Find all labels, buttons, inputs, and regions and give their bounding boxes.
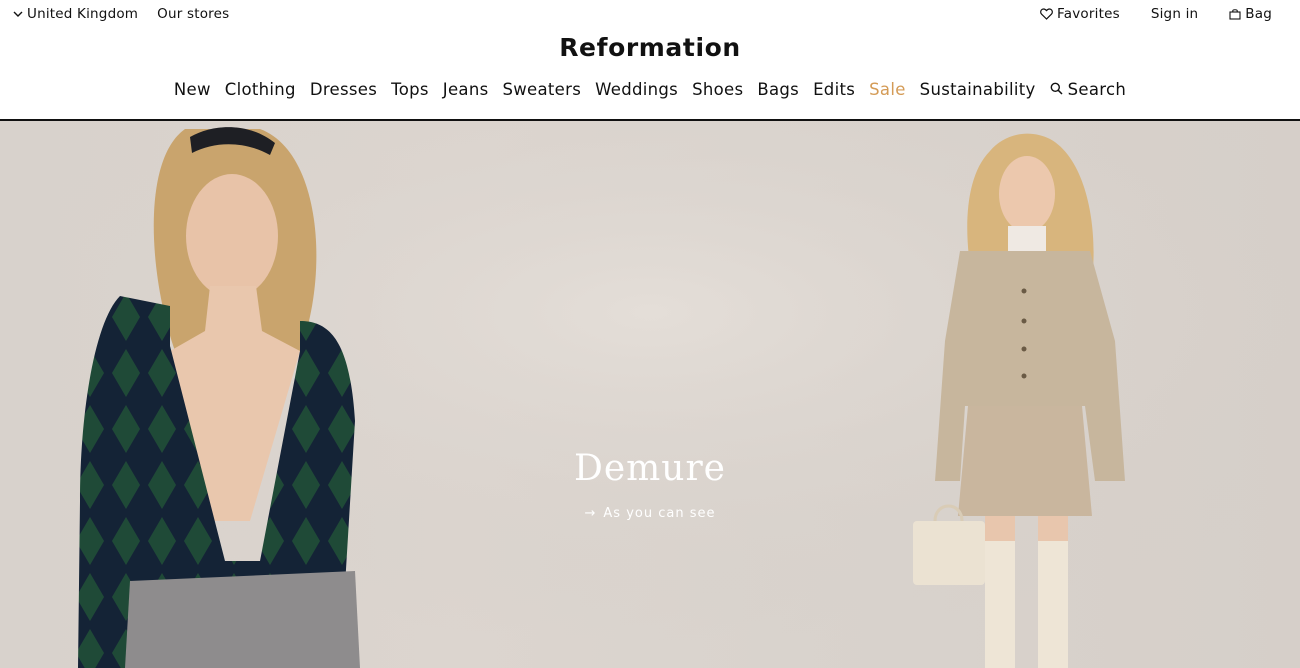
sign-in-label: Sign in (1150, 6, 1199, 22)
hero-headline: Demure (573, 448, 726, 489)
arrow-right-icon: → (584, 506, 597, 521)
country-selector[interactable]: United Kingdom (13, 6, 138, 22)
nav-item-jeans[interactable]: Jeans (443, 80, 489, 99)
favorites-link[interactable]: Favorites (1040, 6, 1120, 22)
hero-cta-link[interactable]: → As you can see (0, 506, 1300, 521)
our-stores-link[interactable]: Our stores (157, 6, 229, 22)
nav-item-edits[interactable]: Edits (813, 80, 855, 99)
nav-item-clothing[interactable]: Clothing (225, 80, 296, 99)
nav-item-sweaters[interactable]: Sweaters (502, 80, 581, 99)
chevron-down-icon (13, 11, 23, 18)
country-label: United Kingdom (27, 6, 139, 22)
nav-item-sale[interactable]: Sale (869, 80, 906, 99)
hero-cta-label: As you can see (603, 506, 716, 521)
hero-image (0, 121, 1300, 668)
search-icon (1050, 80, 1063, 99)
search-label: Search (1067, 80, 1127, 99)
nav-item-weddings[interactable]: Weddings (595, 80, 678, 99)
favorites-label: Favorites (1057, 6, 1120, 22)
hero-banner[interactable]: Demure → As you can see (0, 121, 1300, 668)
bag-link[interactable]: Bag (1229, 6, 1272, 22)
main-nav: New Clothing Dresses Tops Jeans Sweaters… (0, 80, 1300, 99)
nav-item-shoes[interactable]: Shoes (692, 80, 743, 99)
nav-item-bags[interactable]: Bags (757, 80, 799, 99)
search-button[interactable]: Search (1050, 80, 1127, 99)
nav-item-tops[interactable]: Tops (391, 80, 429, 99)
brand-logo[interactable]: Reformation (0, 33, 1300, 62)
bag-label: Bag (1245, 6, 1272, 22)
nav-item-sustainability[interactable]: Sustainability (920, 80, 1036, 99)
bag-icon (1229, 8, 1241, 20)
utility-bar: United Kingdom Our stores Favorites Sign… (0, 0, 1300, 28)
sign-in-link[interactable]: Sign in (1151, 6, 1198, 22)
our-stores-label: Our stores (157, 6, 230, 22)
heart-icon (1040, 8, 1053, 20)
nav-item-new[interactable]: New (174, 80, 211, 99)
nav-item-dresses[interactable]: Dresses (310, 80, 377, 99)
